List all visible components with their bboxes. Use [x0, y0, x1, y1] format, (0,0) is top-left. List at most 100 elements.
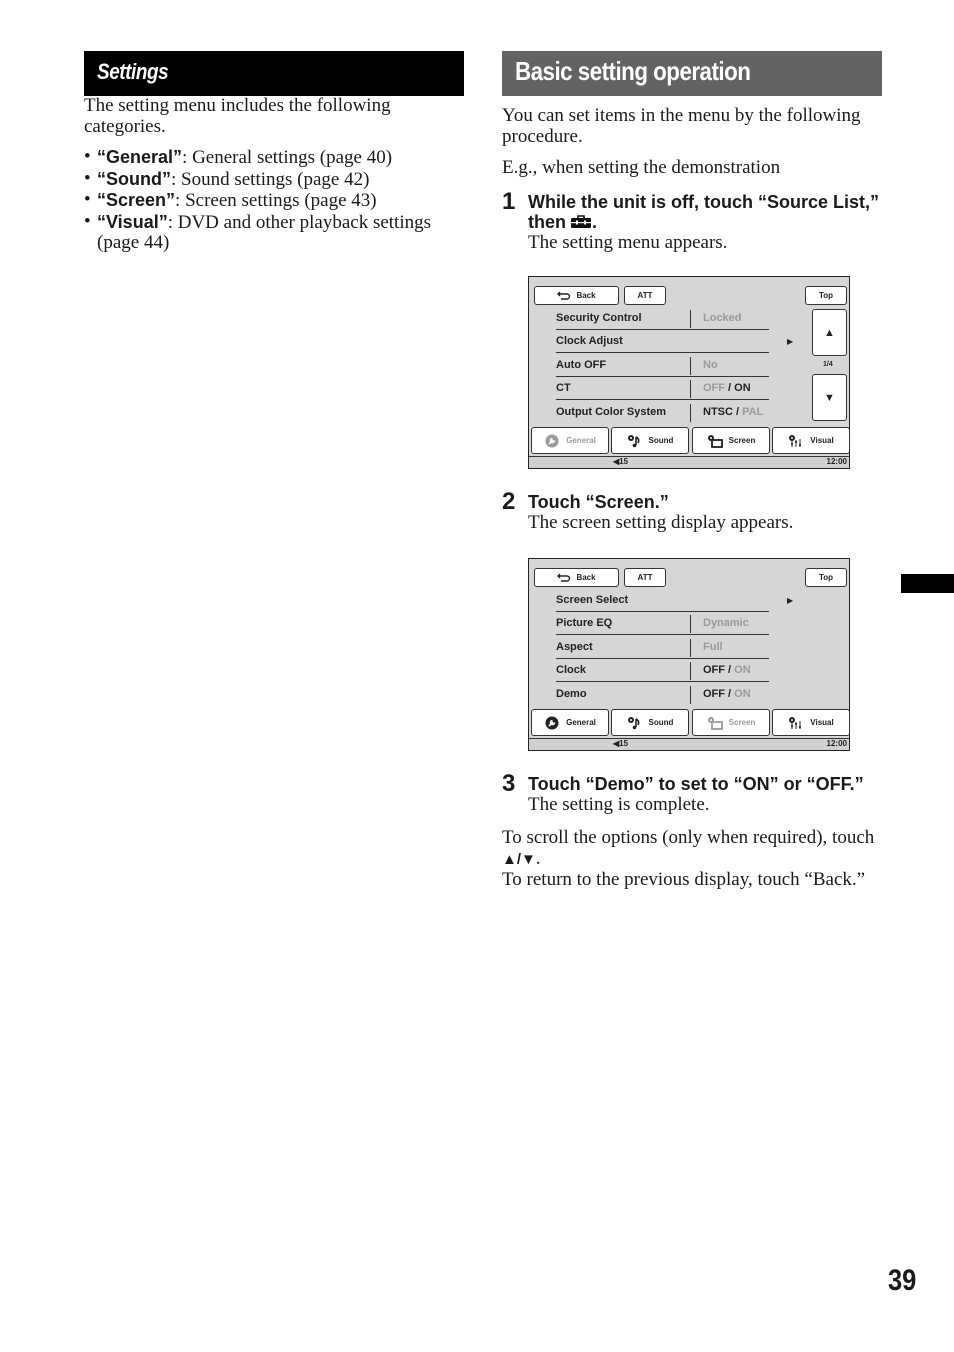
setting-row-auto-off[interactable]: Auto OFF No [556, 354, 769, 377]
row-label: Clock Adjust [556, 335, 623, 347]
row-value: OFF / ON [703, 688, 751, 700]
setting-row-screen-select[interactable]: Screen Select [556, 589, 769, 612]
tab-label: Visual [810, 436, 834, 445]
category-name: “Screen” [97, 190, 176, 210]
option-separator: / [725, 688, 735, 700]
setting-row-output-color-system[interactable]: Output Color System NTSC / PAL [556, 401, 769, 424]
setting-row-ct[interactable]: CT OFF / ON [556, 377, 769, 400]
down-arrow-icon: ▼ [824, 391, 835, 404]
example-text: E.g., when setting the demonstration [502, 157, 781, 178]
att-button[interactable]: ATT [624, 286, 666, 305]
back-button[interactable]: Back [534, 286, 619, 305]
volume-indicator: ◀15 [613, 739, 628, 748]
row-value: OFF / ON [703, 382, 751, 394]
step-title: While the unit is off, touch “Source Lis… [528, 192, 882, 233]
scroll-arrows-icon: ▲/▼ [502, 850, 536, 868]
up-arrow-icon: ▲ [824, 326, 835, 339]
clock-display: 12:00 [826, 457, 847, 466]
option-ntsc: NTSC [703, 406, 733, 418]
row-label: Aspect [556, 641, 593, 653]
setting-row-demo[interactable]: Demo OFF / ON [556, 683, 769, 706]
category-name: “General” [97, 147, 183, 167]
settings-heading: Settings [84, 51, 464, 96]
tab-label: General [566, 436, 596, 445]
status-bar: ◀15 12:00 [529, 738, 849, 750]
basic-operation-section: Basic setting operation You can set item… [502, 51, 882, 890]
step-title-suffix: . [592, 212, 598, 232]
row-value: No [703, 359, 718, 371]
row-label: Picture EQ [556, 617, 613, 629]
row-value: OFF / ON [703, 664, 751, 676]
section-thumb-tab [901, 574, 954, 593]
screen-icon [707, 434, 723, 448]
scroll-note: To scroll the options (only when require… [502, 827, 875, 869]
page-number: 39 [888, 1264, 917, 1297]
sound-note-icon [627, 716, 640, 729]
row-value: Full [703, 641, 723, 653]
row-value: NTSC / PAL [703, 406, 763, 418]
tab-label: Screen [728, 718, 756, 727]
tab-visual[interactable]: Visual [772, 427, 850, 454]
option-pal: PAL [742, 406, 764, 418]
step-number: 3 [502, 770, 516, 797]
category-name: “Visual” [97, 211, 168, 232]
settings-section: Settings The setting menu includes the f… [84, 51, 464, 254]
tab-screen[interactable]: Screen [692, 709, 770, 736]
tab-label: Sound [648, 718, 674, 727]
category-item: “Visual”: DVD and other playback setting… [84, 212, 464, 254]
option-on: ON [734, 382, 751, 394]
category-item: “Screen”: Screen settings (page 43) [84, 190, 464, 212]
wrench-icon [545, 716, 559, 729]
tab-label: Screen [728, 436, 756, 445]
back-label: Back [576, 573, 596, 582]
back-note: To return to the previous display, touch… [502, 869, 866, 890]
back-button[interactable]: Back [534, 568, 619, 587]
setting-row-aspect[interactable]: Aspect Full [556, 636, 769, 659]
back-arrow-icon [557, 573, 571, 582]
sound-note-icon [627, 434, 640, 447]
step-number: 2 [502, 488, 516, 515]
scroll-down-button[interactable]: ▼ [812, 374, 847, 421]
top-button[interactable]: Top [805, 568, 847, 587]
att-button[interactable]: ATT [624, 568, 666, 587]
row-label: Security Control [556, 312, 642, 324]
settings-heading-text: Settings [97, 59, 169, 84]
step-result: The setting menu appears. [528, 231, 728, 253]
tab-general[interactable]: General [531, 709, 609, 736]
step-2: 2 Touch “Screen.” The screen setting dis… [502, 488, 908, 533]
row-label: Auto OFF [556, 359, 607, 371]
setting-row-security-control[interactable]: Security Control Locked [556, 307, 769, 330]
category-list: “General”: General settings (page 40) “S… [84, 147, 464, 254]
row-label: Demo [556, 688, 587, 700]
volume-indicator: ◀15 [613, 457, 628, 466]
step-result: The setting is complete. [528, 793, 710, 815]
settings-menu-screen: Back ATT Top Security Control Locked Clo… [528, 276, 850, 469]
status-bar: ◀15 12:00 [529, 456, 849, 468]
wrench-icon [545, 434, 559, 447]
step-result: The screen setting display appears. [528, 511, 794, 533]
basic-operation-heading: Basic setting operation [502, 51, 882, 96]
setting-row-clock[interactable]: Clock OFF / ON [556, 659, 769, 682]
row-label: Screen Select [556, 594, 629, 606]
setting-row-picture-eq[interactable]: Picture EQ Dynamic [556, 612, 769, 635]
scroll-up-button[interactable]: ▲ [812, 309, 847, 356]
submenu-arrow-icon: ▶ [787, 596, 794, 605]
visual-equalizer-icon [789, 716, 802, 729]
toolbox-icon [570, 213, 592, 228]
category-desc: : Sound settings (page 42) [171, 168, 370, 190]
submenu-arrow-icon: ▶ [787, 337, 794, 346]
category-item: “Sound”: Sound settings (page 42) [84, 169, 464, 191]
tab-label: Visual [810, 718, 834, 727]
back-arrow-icon [557, 291, 571, 300]
option-separator: / [732, 406, 743, 418]
tab-visual[interactable]: Visual [772, 709, 850, 736]
setting-row-clock-adjust[interactable]: Clock Adjust [556, 330, 769, 353]
top-button[interactable]: Top [805, 286, 847, 305]
step-title: Touch “Demo” to set to “ON” or “OFF.” [528, 774, 864, 794]
tab-screen[interactable]: Screen [692, 427, 770, 454]
tab-sound[interactable]: Sound [611, 427, 689, 454]
tab-sound[interactable]: Sound [611, 709, 689, 736]
step-1: 1 While the unit is off, touch “Source L… [502, 188, 882, 254]
clock-display: 12:00 [826, 739, 847, 748]
tab-general[interactable]: General [531, 427, 609, 454]
